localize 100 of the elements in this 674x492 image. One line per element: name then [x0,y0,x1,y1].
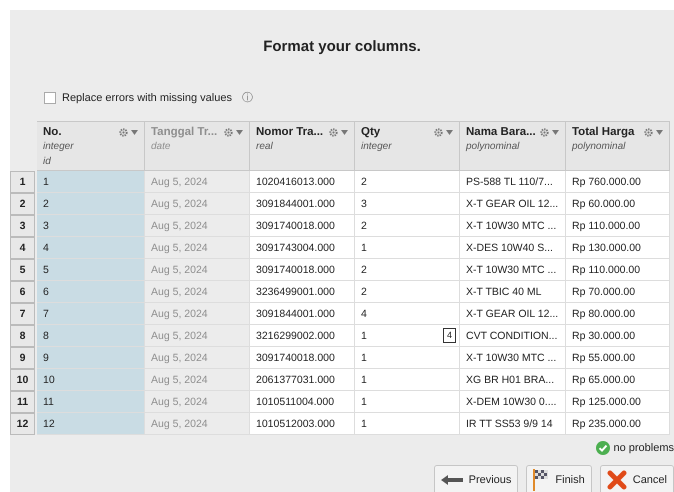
table-cell: Rp 60.000.00 [566,193,670,215]
table-cell: X-T GEAR OIL 12... [460,193,566,215]
table-cell: 6 [37,281,145,303]
table-cell: 3091844001.000 [250,303,355,325]
table-cell: 1020416013.000 [250,171,355,193]
table-cell: 4 [355,303,460,325]
table-cell: 3091743004.000 [250,237,355,259]
table-cell: 12 [37,413,145,435]
table-cell: 1010512003.000 [250,413,355,435]
column-header[interactable]: Nama Bara... polynominal [460,121,566,171]
table-cell: Aug 5, 2024 [145,215,250,237]
table-cell: Rp 110.000.00 [566,259,670,281]
table-cell: CVT CONDITION... [460,325,566,347]
column-header[interactable]: Qty integer [355,121,460,171]
table-cell: X-T GEAR OIL 12... [460,303,566,325]
table-cell: 1 [355,391,460,413]
checkbox[interactable] [44,92,56,104]
gear-icon[interactable] [329,128,338,136]
gear-icon[interactable] [119,128,128,136]
table-cell: Aug 5, 2024 [145,303,250,325]
gear-icon[interactable] [224,128,233,136]
table-cell: Aug 5, 2024 [145,259,250,281]
table-cell: 3216299002.000 [250,325,355,347]
column-header[interactable]: No. integer id [37,121,145,171]
table-cell: 3236499001.000 [250,281,355,303]
left-arrow-icon [440,475,463,485]
caret-icon[interactable] [656,130,663,134]
row-number: 6 [10,281,35,303]
column-name: Total Harga [572,126,636,138]
table-cell: XG BR H01 BRA... [460,369,566,391]
table-cell: Aug 5, 2024 [145,347,250,369]
table-cell: 1 [355,347,460,369]
table-cell: X-DES 10W40 S... [460,237,566,259]
column-type: integer [43,141,75,153]
gear-icon[interactable] [434,128,443,136]
table-cell: 7 [37,303,145,325]
table-cell: 2061377031.000 [250,369,355,391]
info-icon[interactable]: ⓘ [242,90,253,105]
table-cell: Rp 70.000.00 [566,281,670,303]
table-cell: 1010511004.000 [250,391,355,413]
table-cell: 8 [37,325,145,347]
table-cell: Rp 130.000.00 [566,237,670,259]
table-cell: 1 [355,413,460,435]
table-cell: Rp 125.000.00 [566,391,670,413]
table-cell: Aug 5, 2024 [145,281,250,303]
table-cell: X-T TBIC 40 ML [460,281,566,303]
table-cell: 4 [37,237,145,259]
row-number: 3 [10,215,35,237]
column-name: No. [43,126,63,138]
table-cell: Rp 235.000.00 [566,413,670,435]
row-number: 7 [10,303,35,325]
table-cell: Aug 5, 2024 [145,171,250,193]
table-cell: X-T 10W30 MTC ... [460,259,566,281]
table-cell: Aug 5, 2024 [145,413,250,435]
table-cell: Rp 760.000.00 [566,171,670,193]
column-type: date [151,141,172,153]
row-number: 1 [10,171,35,193]
cancel-button[interactable]: Cancel [600,465,674,492]
caret-icon[interactable] [131,130,138,134]
row-number: 10 [10,369,35,391]
table-cell: 3091740018.000 [250,259,355,281]
table-cell: 2 [355,259,460,281]
table-cell: Aug 5, 2024 [145,369,250,391]
table-cell: X-DEM 10W30 0.... [460,391,566,413]
table-cell: 1 4 [355,325,460,347]
column-type: integer [361,141,393,153]
table-cell: 2 [355,171,460,193]
gear-icon[interactable] [644,128,653,136]
column-type: real [256,141,274,153]
column-header[interactable]: Total Harga polynominal [566,121,670,171]
table-cell: 2 [355,281,460,303]
table-cell: 10 [37,369,145,391]
table-cell: Rp 30.000.00 [566,325,670,347]
column-type: polynominal [466,141,520,153]
table-cell: 1 [37,171,145,193]
column-type: polynominal [572,141,626,153]
column-header[interactable]: Nomor Tra... real [250,121,355,171]
table-cell: IR TT SS53 9/9 14 [460,413,566,435]
caret-icon[interactable] [341,130,348,134]
row-number: 8 [10,325,35,347]
tooltip: 4 [442,328,456,343]
caret-icon[interactable] [446,130,453,134]
close-icon [606,470,627,490]
table-cell: 1 [355,369,460,391]
table-cell: 1 [355,237,460,259]
row-number: 5 [10,259,35,281]
table-cell: Rp 55.000.00 [566,347,670,369]
caret-icon[interactable] [552,130,559,134]
finish-button[interactable]: Finish [526,465,592,492]
checkbox-label[interactable]: Replace errors with missing values [62,92,232,104]
column-name: Tanggal Tr... [151,126,218,138]
previous-button[interactable]: Previous [434,465,518,492]
column-name: Nama Bara... [466,126,537,138]
gear-icon[interactable] [540,128,549,136]
table-cell: Aug 5, 2024 [145,391,250,413]
table-cell: 3 [37,215,145,237]
row-number: 11 [10,391,35,413]
caret-icon[interactable] [236,130,243,134]
table-cell: 9 [37,347,145,369]
row-number: 2 [10,193,35,215]
